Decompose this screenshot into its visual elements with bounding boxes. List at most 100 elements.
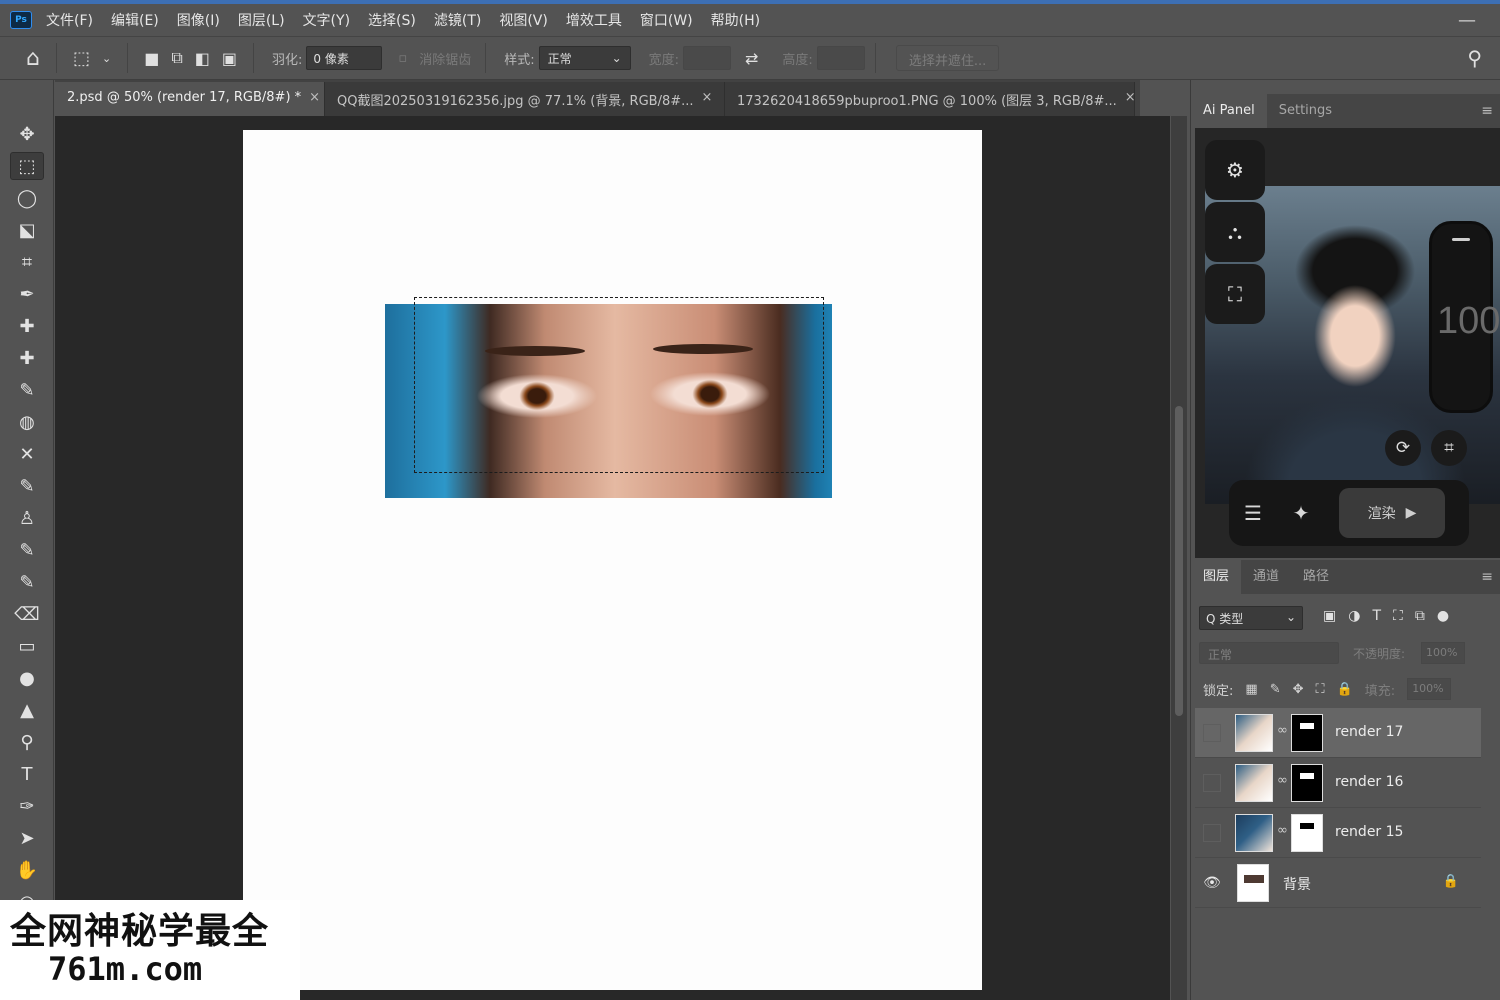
render-button[interactable]: 渲染 ▶ [1339, 488, 1445, 538]
marquee-selection[interactable] [414, 297, 824, 473]
layer-row[interactable]: ∞ render 17 [1195, 708, 1481, 758]
add-to-selection-icon[interactable]: ⧉ [171, 48, 182, 68]
tab-channels[interactable]: 通道 [1241, 560, 1291, 594]
link-icon[interactable]: ∞ [1277, 773, 1288, 788]
rectangular-marquee-tool-icon[interactable]: ⬚ [10, 152, 44, 180]
brush-tool-icon[interactable]: ✎ [10, 472, 44, 500]
tab-ai-panel[interactable]: Ai Panel [1191, 94, 1267, 128]
link-icon[interactable]: ∞ [1277, 823, 1288, 838]
move-tool-icon[interactable]: ✥ [10, 120, 44, 148]
close-icon[interactable]: × [702, 90, 713, 116]
content-aware-move-tool-icon[interactable]: ✕ [10, 440, 44, 468]
slider-handle[interactable] [1452, 238, 1470, 241]
art-history-brush-tool-icon[interactable]: ✎ [10, 568, 44, 596]
link-icon[interactable]: ∞ [1277, 723, 1288, 738]
minimize-button[interactable]: — [1458, 10, 1476, 31]
smart-object-filter-icon[interactable]: ⧉ [1415, 608, 1425, 624]
sparkle-icon[interactable]: ✦ [1277, 501, 1325, 525]
list-icon[interactable]: ☰ [1229, 501, 1277, 525]
menu-plugins[interactable]: 增效工具 [566, 10, 622, 30]
layer-filter-select[interactable]: Q 类型 ⌄ [1199, 606, 1303, 630]
canvas-workspace[interactable] [55, 116, 1187, 1000]
opacity-input[interactable]: 100% [1421, 642, 1465, 664]
tab-paths[interactable]: 路径 [1291, 560, 1341, 594]
healing-brush-tool-icon[interactable]: ✚ [10, 344, 44, 372]
lock-position-icon[interactable]: ✥ [1293, 682, 1304, 697]
lock-icon[interactable]: 🔒 [1443, 874, 1459, 889]
marquee-preset-icon[interactable]: ⬚ [73, 48, 90, 69]
menu-view[interactable]: 视图(V) [499, 10, 548, 30]
crop-icon[interactable]: ⌗ [1431, 430, 1467, 466]
lasso-tool-icon[interactable]: ◯ [10, 184, 44, 212]
layer-row[interactable]: ∞ render 16 [1195, 758, 1481, 808]
path-selection-tool-icon[interactable]: ➤ [10, 824, 44, 852]
visibility-toggle[interactable] [1203, 774, 1221, 792]
vertical-scrollbar[interactable] [1171, 116, 1187, 1000]
crop-tool-icon[interactable]: ⌗ [10, 248, 44, 276]
eraser-tool-icon[interactable]: ⌫ [10, 600, 44, 628]
menu-help[interactable]: 帮助(H) [711, 10, 760, 30]
hand-tool-icon[interactable]: ✋ [10, 856, 44, 884]
strength-slider[interactable]: 100 [1429, 221, 1500, 413]
patch-tool-icon[interactable]: ◍ [10, 408, 44, 436]
rotate-icon[interactable]: ⟳ [1385, 430, 1421, 466]
antialias-checkbox[interactable]: ▫ [398, 51, 407, 66]
shape-filter-icon[interactable]: ⛶ [1393, 608, 1403, 624]
lock-image-icon[interactable]: ✎ [1270, 682, 1281, 697]
menu-window[interactable]: 窗口(W) [640, 10, 693, 30]
eyedropper-tool-icon[interactable]: ✒ [10, 280, 44, 308]
gradient-tool-icon[interactable]: ▭ [10, 632, 44, 660]
tab-document-3[interactable]: 1732620418659pbuproo1.PNG @ 100% (图层 3, … [725, 82, 1135, 116]
fullscreen-icon[interactable]: ⛶ [1205, 264, 1265, 324]
bandage-tool-icon[interactable]: ✎ [10, 376, 44, 404]
tab-document-2[interactable]: QQ截图20250319162356.jpg @ 77.1% (背景, RGB/… [325, 82, 725, 116]
chevron-down-icon[interactable]: ⌄ [102, 52, 111, 65]
feather-input[interactable]: 0 像素 [306, 46, 383, 70]
visibility-toggle[interactable] [1203, 724, 1221, 742]
intersect-selection-icon[interactable]: ▣ [222, 49, 237, 68]
layer-mask-thumbnail[interactable] [1291, 814, 1323, 852]
type-tool-icon[interactable]: T [10, 760, 44, 788]
width-input[interactable] [683, 46, 732, 70]
filter-toggle-icon[interactable]: ● [1437, 608, 1449, 624]
height-input[interactable] [816, 46, 865, 70]
menu-file[interactable]: 文件(F) [46, 10, 93, 30]
search-icon[interactable]: ⚲ [1467, 46, 1482, 70]
tab-document-1[interactable]: 2.psd @ 50% (render 17, RGB/8#) * × [55, 82, 325, 116]
blend-mode-select[interactable]: 正常 [1199, 642, 1339, 664]
tab-layers[interactable]: 图层 [1191, 560, 1242, 594]
menu-filter[interactable]: 滤镜(T) [434, 10, 481, 30]
adjustment-filter-icon[interactable]: ◑ [1348, 608, 1360, 624]
fill-input[interactable]: 100% [1407, 678, 1452, 700]
workflow-icon[interactable]: ⛬ [1205, 202, 1265, 262]
layer-mask-thumbnail[interactable] [1291, 714, 1323, 752]
pixel-filter-icon[interactable]: ▣ [1323, 608, 1336, 624]
sharpen-tool-icon[interactable]: ▲ [10, 696, 44, 724]
scrollbar-thumb[interactable] [1175, 406, 1183, 716]
history-brush-tool-icon[interactable]: ✎ [10, 536, 44, 564]
layer-row[interactable]: ∞ render 15 [1195, 808, 1481, 858]
settings-gear-icon[interactable]: ⚙ [1205, 140, 1265, 200]
background-layer-row[interactable]: 👁 背景 🔒 [1195, 858, 1481, 908]
menu-layer[interactable]: 图层(L) [238, 10, 285, 30]
eye-icon[interactable]: 👁 [1203, 874, 1221, 892]
panel-menu-icon[interactable]: ≡ [1481, 569, 1493, 585]
new-selection-icon[interactable]: ■ [144, 49, 159, 68]
subtract-selection-icon[interactable]: ◧ [195, 49, 210, 68]
menu-type[interactable]: 文字(Y) [303, 10, 350, 30]
type-filter-icon[interactable]: T [1372, 608, 1381, 624]
spot-healing-tool-icon[interactable]: ✚ [10, 312, 44, 340]
menu-select[interactable]: 选择(S) [368, 10, 416, 30]
lock-all-icon[interactable]: 🔒 [1337, 682, 1353, 697]
select-and-mask-button[interactable]: 选择并遮住... [895, 45, 1000, 71]
menu-image[interactable]: 图像(I) [177, 10, 220, 30]
lock-artboard-icon[interactable]: ⛶ [1316, 682, 1325, 697]
home-icon[interactable]: ⌂ [26, 46, 40, 71]
pen-tool-icon[interactable]: ✑ [10, 792, 44, 820]
close-icon[interactable]: × [1125, 90, 1134, 116]
blur-tool-icon[interactable]: ● [10, 664, 44, 692]
layer-mask-thumbnail[interactable] [1291, 764, 1323, 802]
dodge-tool-icon[interactable]: ⚲ [10, 728, 44, 756]
close-icon[interactable]: × [309, 90, 320, 116]
tab-settings[interactable]: Settings [1267, 94, 1344, 128]
